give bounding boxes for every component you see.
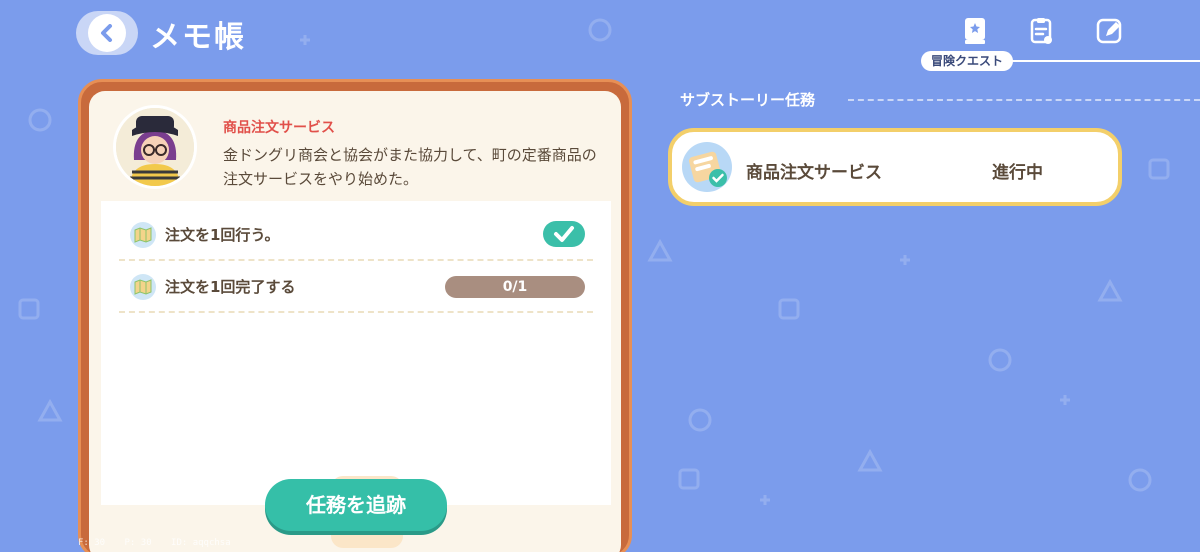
- task-row: 注文を1回行う。: [119, 211, 593, 261]
- clipboard-icon: [1030, 18, 1052, 44]
- section-divider: [848, 99, 1200, 101]
- debug-p: P: 30: [124, 538, 152, 548]
- task-row: 注文を1回完了する 0/1: [119, 263, 593, 313]
- task-text: 注文を1回行う。: [165, 226, 280, 244]
- page-title: メモ帳: [150, 20, 246, 55]
- checkmark-icon: [554, 226, 574, 242]
- map-icon: [130, 274, 156, 300]
- quest-list-item[interactable]: 商品注文サービス 進行中: [668, 128, 1122, 206]
- task-text: 注文を1回完了する: [165, 278, 296, 296]
- quest-book-icon: [965, 18, 985, 44]
- task-panel: 注文を1回行う。 注文を1回完了する 0/1: [101, 201, 611, 548]
- npc-portrait: [116, 108, 194, 186]
- quest-list-item-name: 商品注文サービス: [746, 163, 882, 183]
- debug-f: F: 30: [78, 538, 106, 548]
- tab-underline: [1000, 60, 1200, 62]
- quest-note-icon: [682, 142, 732, 192]
- debug-id: ID: aqqchsa: [171, 538, 231, 548]
- section-label-substory: サブストーリー任務: [680, 91, 816, 109]
- note-pen-icon: [1096, 18, 1122, 44]
- chevron-left-icon: [101, 24, 112, 42]
- task-progress-text: 0/1: [502, 279, 528, 295]
- debug-overlay: F: 30 P: 30 ID: aqqchsa: [78, 538, 245, 548]
- quest-detail-inner: 商品注文サービス 金ドングリ商会と協会がまた協力して、町の定番商品の注文サービス…: [89, 91, 621, 552]
- task-progress-bar: 0/1: [445, 276, 585, 298]
- back-button[interactable]: [76, 11, 138, 55]
- tab-label-active: 冒険クエスト: [921, 51, 1014, 71]
- back-button-circle: [88, 14, 126, 52]
- quest-title: 商品注文サービス: [223, 120, 335, 136]
- tab-adventure-quest[interactable]: [958, 14, 992, 48]
- quest-description: 金ドングリ商会と協会がまた協力して、町の定番商品の注文サービスをやり始めた。: [223, 146, 597, 188]
- map-icon: [130, 222, 156, 248]
- npc-avatar: [113, 105, 197, 189]
- quest-list-item-status: 進行中: [992, 163, 1043, 183]
- track-quest-button[interactable]: 任務を追跡: [265, 479, 447, 531]
- quest-detail-card: 商品注文サービス 金ドングリ商会と協会がまた協力して、町の定番商品の注文サービス…: [78, 79, 632, 552]
- task-complete-badge: [543, 221, 585, 247]
- tab-notes[interactable]: [1092, 14, 1126, 48]
- tab-clipboard[interactable]: [1024, 14, 1058, 48]
